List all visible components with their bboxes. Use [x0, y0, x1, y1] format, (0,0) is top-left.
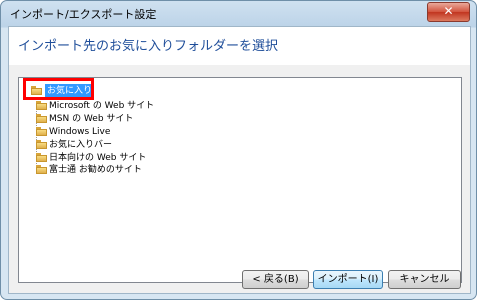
tree-item[interactable]: お気に入りバー [36, 139, 113, 151]
tree-item[interactable]: Microsoft の Web サイト [36, 100, 155, 112]
page-heading: インポート先のお気に入りフォルダーを選択 [18, 39, 279, 54]
window-title: インポート/エクスポート設定 [10, 8, 157, 21]
folder-icon [36, 153, 47, 162]
folder-icon [36, 165, 47, 174]
back-button[interactable]: < 戻る(B) [242, 270, 309, 289]
tree-item-label: 富士通 お勧めのサイト [49, 165, 142, 175]
dialog-window: インポート/エクスポート設定 ✕ インポート先のお気に入りフォルダーを選択 お気… [0, 0, 477, 300]
selection-highlight-box [23, 78, 94, 100]
tree-item[interactable]: 富士通 お勧めのサイト [36, 164, 142, 176]
tree-item[interactable]: 日本向けの Web サイト [36, 152, 147, 164]
close-icon: ✕ [443, 4, 454, 18]
folder-icon [36, 140, 47, 149]
folder-icon [36, 101, 47, 110]
tree-item-label: MSN の Web サイト [49, 114, 134, 124]
import-button[interactable]: インポート(I) [313, 270, 383, 289]
title-bar: インポート/エクスポート設定 ✕ [1, 1, 476, 25]
wizard-header: インポート先のお気に入りフォルダーを選択 [9, 27, 470, 65]
tree-item[interactable]: MSN の Web サイト [36, 113, 134, 125]
folder-icon [36, 127, 47, 136]
tree-item[interactable]: Windows Live [36, 126, 111, 138]
tree-item-label: Microsoft の Web サイト [49, 101, 155, 111]
folder-icon [36, 114, 47, 123]
dialog-client-area: インポート先のお気に入りフォルダーを選択 お気に入り Microsoft の W… [8, 26, 471, 294]
tree-item-label: Windows Live [49, 127, 111, 137]
close-button[interactable]: ✕ [427, 2, 470, 22]
folder-tree[interactable]: お気に入り Microsoft の Web サイト MSN の Web サイト … [18, 77, 462, 283]
tree-item-label: 日本向けの Web サイト [49, 153, 147, 163]
cancel-button[interactable]: キャンセル [388, 270, 461, 289]
tree-item-label: お気に入りバー [49, 140, 113, 150]
